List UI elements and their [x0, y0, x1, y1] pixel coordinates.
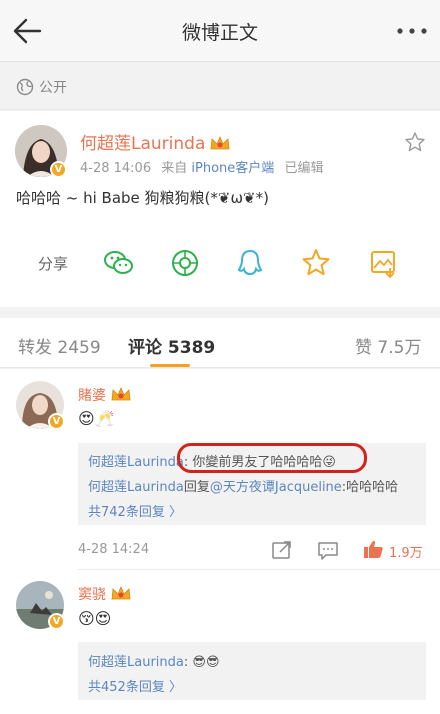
crown-icon — [111, 585, 131, 600]
page-title: 微博正文 — [181, 22, 258, 44]
highlight-annotation — [177, 443, 367, 473]
moments-icon[interactable] — [168, 246, 202, 280]
commenter-name[interactable]: 窦骁 — [78, 584, 132, 604]
comment-time: 4-28 14:24 — [78, 542, 150, 557]
reply-box[interactable]: 何超莲Laurinda: 😎😎 共452条回复 〉 — [78, 642, 426, 700]
favorite-star-icon[interactable] — [404, 131, 426, 153]
repost-icon[interactable] — [271, 540, 293, 560]
visibility-row: 公开 — [0, 63, 440, 110]
qq-icon[interactable] — [233, 246, 267, 280]
post-meta: 4-28 14:06 来自 iPhone客户端 已编辑 — [80, 157, 323, 176]
reply-line: 何超莲Laurinda回复@天方夜谭Jacqueline:哈哈哈哈 — [88, 480, 399, 495]
favorite-share-icon[interactable] — [299, 246, 333, 280]
comment-text: 😍🥂 — [78, 409, 115, 428]
active-tab-indicator — [150, 364, 190, 367]
source-prefix: 来自 — [161, 161, 188, 176]
comment-divider — [78, 569, 440, 570]
visibility-label: 公开 — [39, 80, 67, 96]
edited-label: 已编辑 — [284, 161, 324, 176]
top-navbar: 微博正文 — [0, 0, 440, 62]
comment-list: V 賭婆 😍🥂 何超莲Laurinda: 你變前男友了哈哈哈哈😜 何超莲Laur… — [0, 369, 440, 714]
reply-line: 何超莲Laurinda: 😎😎 — [88, 655, 220, 670]
post-source[interactable]: iPhone客户端 — [191, 161, 274, 176]
post-text: 哈哈哈 ~ hi Babe 狗粮狗粮(*❦ω❦*) — [16, 189, 269, 207]
save-image-icon[interactable] — [366, 246, 400, 280]
share-row: 分享 — [0, 239, 440, 289]
more-replies-link[interactable]: 共742条回复 〉 — [88, 501, 182, 520]
author-name[interactable]: 何超莲Laurinda — [80, 129, 231, 154]
more-replies-link[interactable]: 共452条回复 〉 — [88, 676, 182, 695]
wechat-icon[interactable] — [102, 246, 136, 280]
globe-icon — [16, 78, 34, 96]
crown-icon — [210, 135, 230, 150]
more-icon[interactable] — [392, 14, 432, 48]
verified-badge-icon: V — [50, 161, 67, 178]
verified-badge-icon: V — [48, 413, 65, 430]
crown-icon — [111, 386, 131, 401]
tab-likes[interactable]: 赞 7.5万 — [355, 333, 421, 358]
comment-icon[interactable] — [317, 540, 339, 560]
comment-text: 😚😍 — [78, 609, 112, 628]
verified-badge-icon: V — [48, 613, 65, 630]
tab-reposts[interactable]: 转发 2459 — [18, 333, 101, 358]
post-tabs: 转发 2459 评论 5389 赞 7.5万 — [0, 318, 440, 368]
post-card: V 何超莲Laurinda 4-28 14:06 来自 iPhone客户端 已编… — [0, 111, 440, 307]
commenter-name[interactable]: 賭婆 — [78, 385, 132, 405]
like-count: 1.9万 — [389, 546, 423, 561]
tab-comments[interactable]: 评论 5389 — [128, 333, 215, 358]
post-date: 4-28 14:06 — [80, 161, 152, 176]
like-icon[interactable] — [362, 539, 384, 559]
share-label: 分享 — [38, 255, 69, 273]
